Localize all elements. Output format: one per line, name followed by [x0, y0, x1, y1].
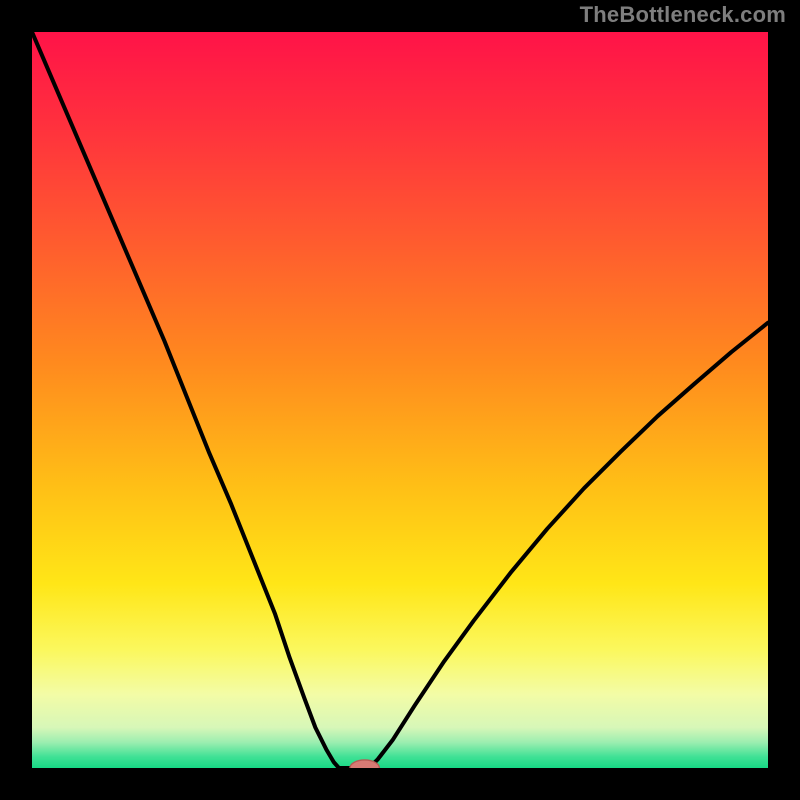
chart-frame: TheBottleneck.com [0, 0, 800, 800]
watermark-text: TheBottleneck.com [580, 2, 786, 28]
plot-area [32, 32, 768, 768]
gradient-background [32, 32, 768, 768]
chart-svg [32, 32, 768, 768]
